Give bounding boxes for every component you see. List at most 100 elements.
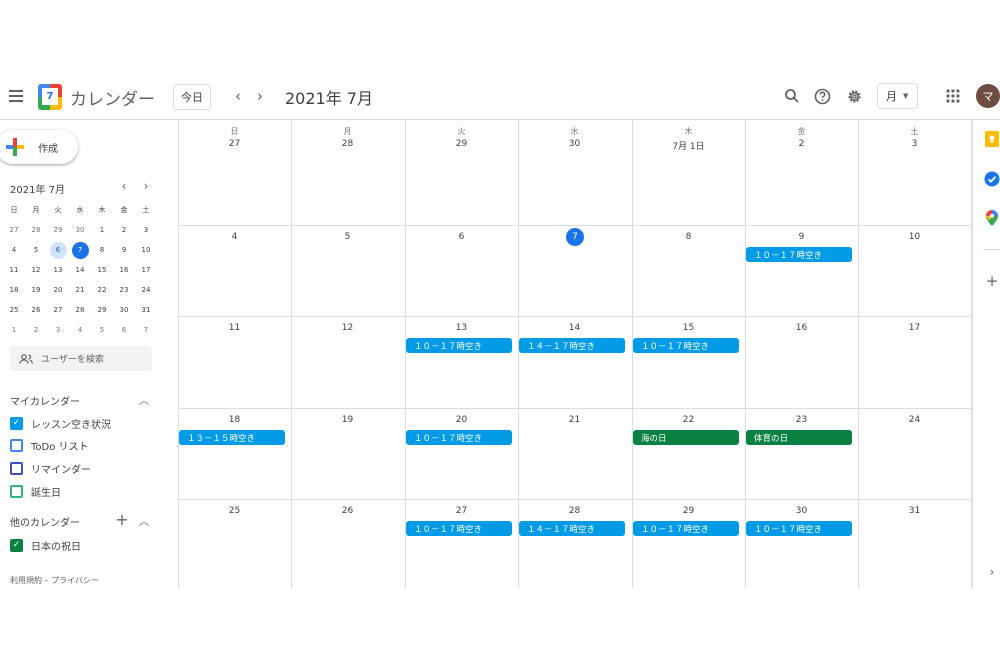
day-number[interactable]: 18 bbox=[178, 415, 291, 425]
event-chip[interactable]: １０－１７時空き bbox=[406, 430, 512, 445]
mini-day[interactable]: 20 bbox=[47, 280, 69, 300]
event-chip[interactable]: １０－１７時空き bbox=[406, 521, 512, 536]
day-number[interactable]: 19 bbox=[291, 415, 404, 425]
expand-panel-icon[interactable]: › bbox=[984, 564, 1000, 580]
settings-icon[interactable] bbox=[843, 85, 865, 107]
calendar-item[interactable]: ToDo リスト bbox=[10, 437, 89, 455]
event-chip[interactable]: 海の日 bbox=[633, 430, 739, 445]
add-calendar-icon[interactable]: + bbox=[114, 510, 130, 529]
event-chip[interactable]: １０－１７時空き bbox=[406, 338, 512, 353]
day-number[interactable]: 31 bbox=[858, 506, 971, 516]
mini-day[interactable]: 2 bbox=[113, 220, 135, 240]
mini-day[interactable]: 28 bbox=[69, 300, 91, 320]
day-number[interactable]: 16 bbox=[745, 323, 858, 333]
keep-icon[interactable] bbox=[984, 131, 1000, 147]
mini-day[interactable]: 27 bbox=[3, 220, 25, 240]
create-button[interactable]: 作成 bbox=[0, 130, 78, 164]
day-number[interactable]: 17 bbox=[858, 323, 971, 333]
calendar-item[interactable]: ✓ レッスン空き状況 bbox=[10, 414, 111, 432]
search-people-input[interactable]: ユーザーを検索 bbox=[10, 346, 152, 371]
day-number[interactable]: 10 bbox=[858, 232, 971, 242]
event-chip[interactable]: １０－１７時空き bbox=[633, 521, 739, 536]
mini-day[interactable]: 7 bbox=[69, 240, 91, 260]
mini-day[interactable]: 14 bbox=[69, 260, 91, 280]
tasks-icon[interactable] bbox=[984, 171, 1000, 187]
day-number[interactable]: 2 bbox=[745, 139, 858, 149]
footer-links[interactable]: 利用規約 – プライバシー bbox=[10, 575, 99, 586]
today-button[interactable]: 今日 bbox=[173, 84, 211, 110]
day-number[interactable]: 4 bbox=[178, 232, 291, 242]
mini-day[interactable]: 21 bbox=[69, 280, 91, 300]
day-number[interactable]: 14 bbox=[518, 323, 631, 333]
mini-day[interactable]: 30 bbox=[113, 300, 135, 320]
mini-day[interactable]: 16 bbox=[113, 260, 135, 280]
mini-day[interactable]: 27 bbox=[47, 300, 69, 320]
day-number[interactable]: 7月 1日 bbox=[632, 139, 745, 152]
mini-day[interactable]: 4 bbox=[69, 320, 91, 340]
day-number[interactable]: 29 bbox=[405, 139, 518, 149]
mini-day[interactable]: 23 bbox=[113, 280, 135, 300]
mini-day[interactable]: 2 bbox=[25, 320, 47, 340]
mini-day[interactable]: 29 bbox=[91, 300, 113, 320]
avatar[interactable]: マ bbox=[976, 84, 1000, 108]
day-number[interactable]: 26 bbox=[291, 506, 404, 516]
mini-day[interactable]: 22 bbox=[91, 280, 113, 300]
day-number[interactable]: 5 bbox=[291, 232, 404, 242]
mini-chevron-left-icon[interactable]: ‹ bbox=[116, 178, 132, 194]
mini-day[interactable]: 28 bbox=[25, 220, 47, 240]
calendar-checkbox[interactable]: ✓ bbox=[10, 416, 23, 430]
mini-day[interactable]: 7 bbox=[135, 320, 157, 340]
day-number[interactable]: 20 bbox=[405, 415, 518, 425]
mini-day[interactable]: 5 bbox=[91, 320, 113, 340]
mini-day[interactable]: 12 bbox=[25, 260, 47, 280]
day-number[interactable]: 8 bbox=[632, 232, 745, 242]
day-number[interactable]: 28 bbox=[291, 139, 404, 149]
add-addon-icon[interactable]: + bbox=[984, 272, 1000, 290]
day-number[interactable]: 21 bbox=[518, 415, 631, 425]
day-number[interactable]: 25 bbox=[178, 506, 291, 516]
mini-day[interactable]: 17 bbox=[135, 260, 157, 280]
mini-day[interactable]: 26 bbox=[25, 300, 47, 320]
event-chip[interactable]: １０－１７時空き bbox=[633, 338, 739, 353]
mini-day[interactable]: 18 bbox=[3, 280, 25, 300]
mini-day[interactable]: 29 bbox=[47, 220, 69, 240]
day-number[interactable]: 22 bbox=[632, 415, 745, 425]
event-chip[interactable]: 体育の日 bbox=[746, 430, 852, 445]
chevron-up-icon[interactable]: ︿ bbox=[136, 512, 152, 528]
mini-day[interactable]: 11 bbox=[3, 260, 25, 280]
view-select[interactable]: 月 ▼ bbox=[877, 83, 918, 109]
day-number[interactable]: 6 bbox=[405, 232, 518, 242]
maps-icon[interactable] bbox=[984, 210, 1000, 226]
day-number[interactable]: 28 bbox=[518, 506, 631, 516]
mini-day[interactable]: 5 bbox=[25, 240, 47, 260]
chevron-right-icon[interactable]: › bbox=[250, 86, 270, 106]
calendar-logo-icon[interactable]: 7 bbox=[38, 84, 62, 110]
calendar-checkbox[interactable] bbox=[10, 484, 23, 498]
mini-day[interactable]: 8 bbox=[91, 240, 113, 260]
day-number[interactable]: 15 bbox=[632, 323, 745, 333]
calendar-item[interactable]: リマインダー bbox=[10, 459, 91, 477]
day-number[interactable]: 13 bbox=[405, 323, 518, 333]
day-number[interactable]: 30 bbox=[745, 506, 858, 516]
mini-day[interactable]: 9 bbox=[113, 240, 135, 260]
day-number[interactable]: 12 bbox=[291, 323, 404, 333]
mini-day[interactable]: 1 bbox=[3, 320, 25, 340]
event-chip[interactable]: １４－１７時空き bbox=[519, 338, 625, 353]
event-chip[interactable]: １０－１７時空き bbox=[746, 247, 852, 262]
mini-chevron-right-icon[interactable]: › bbox=[138, 178, 154, 194]
menu-icon[interactable] bbox=[4, 84, 28, 108]
day-number[interactable]: 23 bbox=[745, 415, 858, 425]
mini-day[interactable]: 4 bbox=[3, 240, 25, 260]
chevron-left-icon[interactable]: ‹ bbox=[228, 86, 248, 106]
calendar-checkbox[interactable] bbox=[10, 439, 23, 453]
day-number[interactable]: 11 bbox=[178, 323, 291, 333]
mini-day[interactable]: 15 bbox=[91, 260, 113, 280]
apps-grid-icon[interactable] bbox=[942, 85, 964, 107]
day-number[interactable]: 29 bbox=[632, 506, 745, 516]
day-number[interactable]: 27 bbox=[178, 139, 291, 149]
today-day-number[interactable]: 7 bbox=[566, 228, 584, 246]
search-icon[interactable] bbox=[781, 85, 803, 107]
mini-day[interactable]: 31 bbox=[135, 300, 157, 320]
help-icon[interactable] bbox=[811, 85, 833, 107]
mini-day[interactable]: 24 bbox=[135, 280, 157, 300]
